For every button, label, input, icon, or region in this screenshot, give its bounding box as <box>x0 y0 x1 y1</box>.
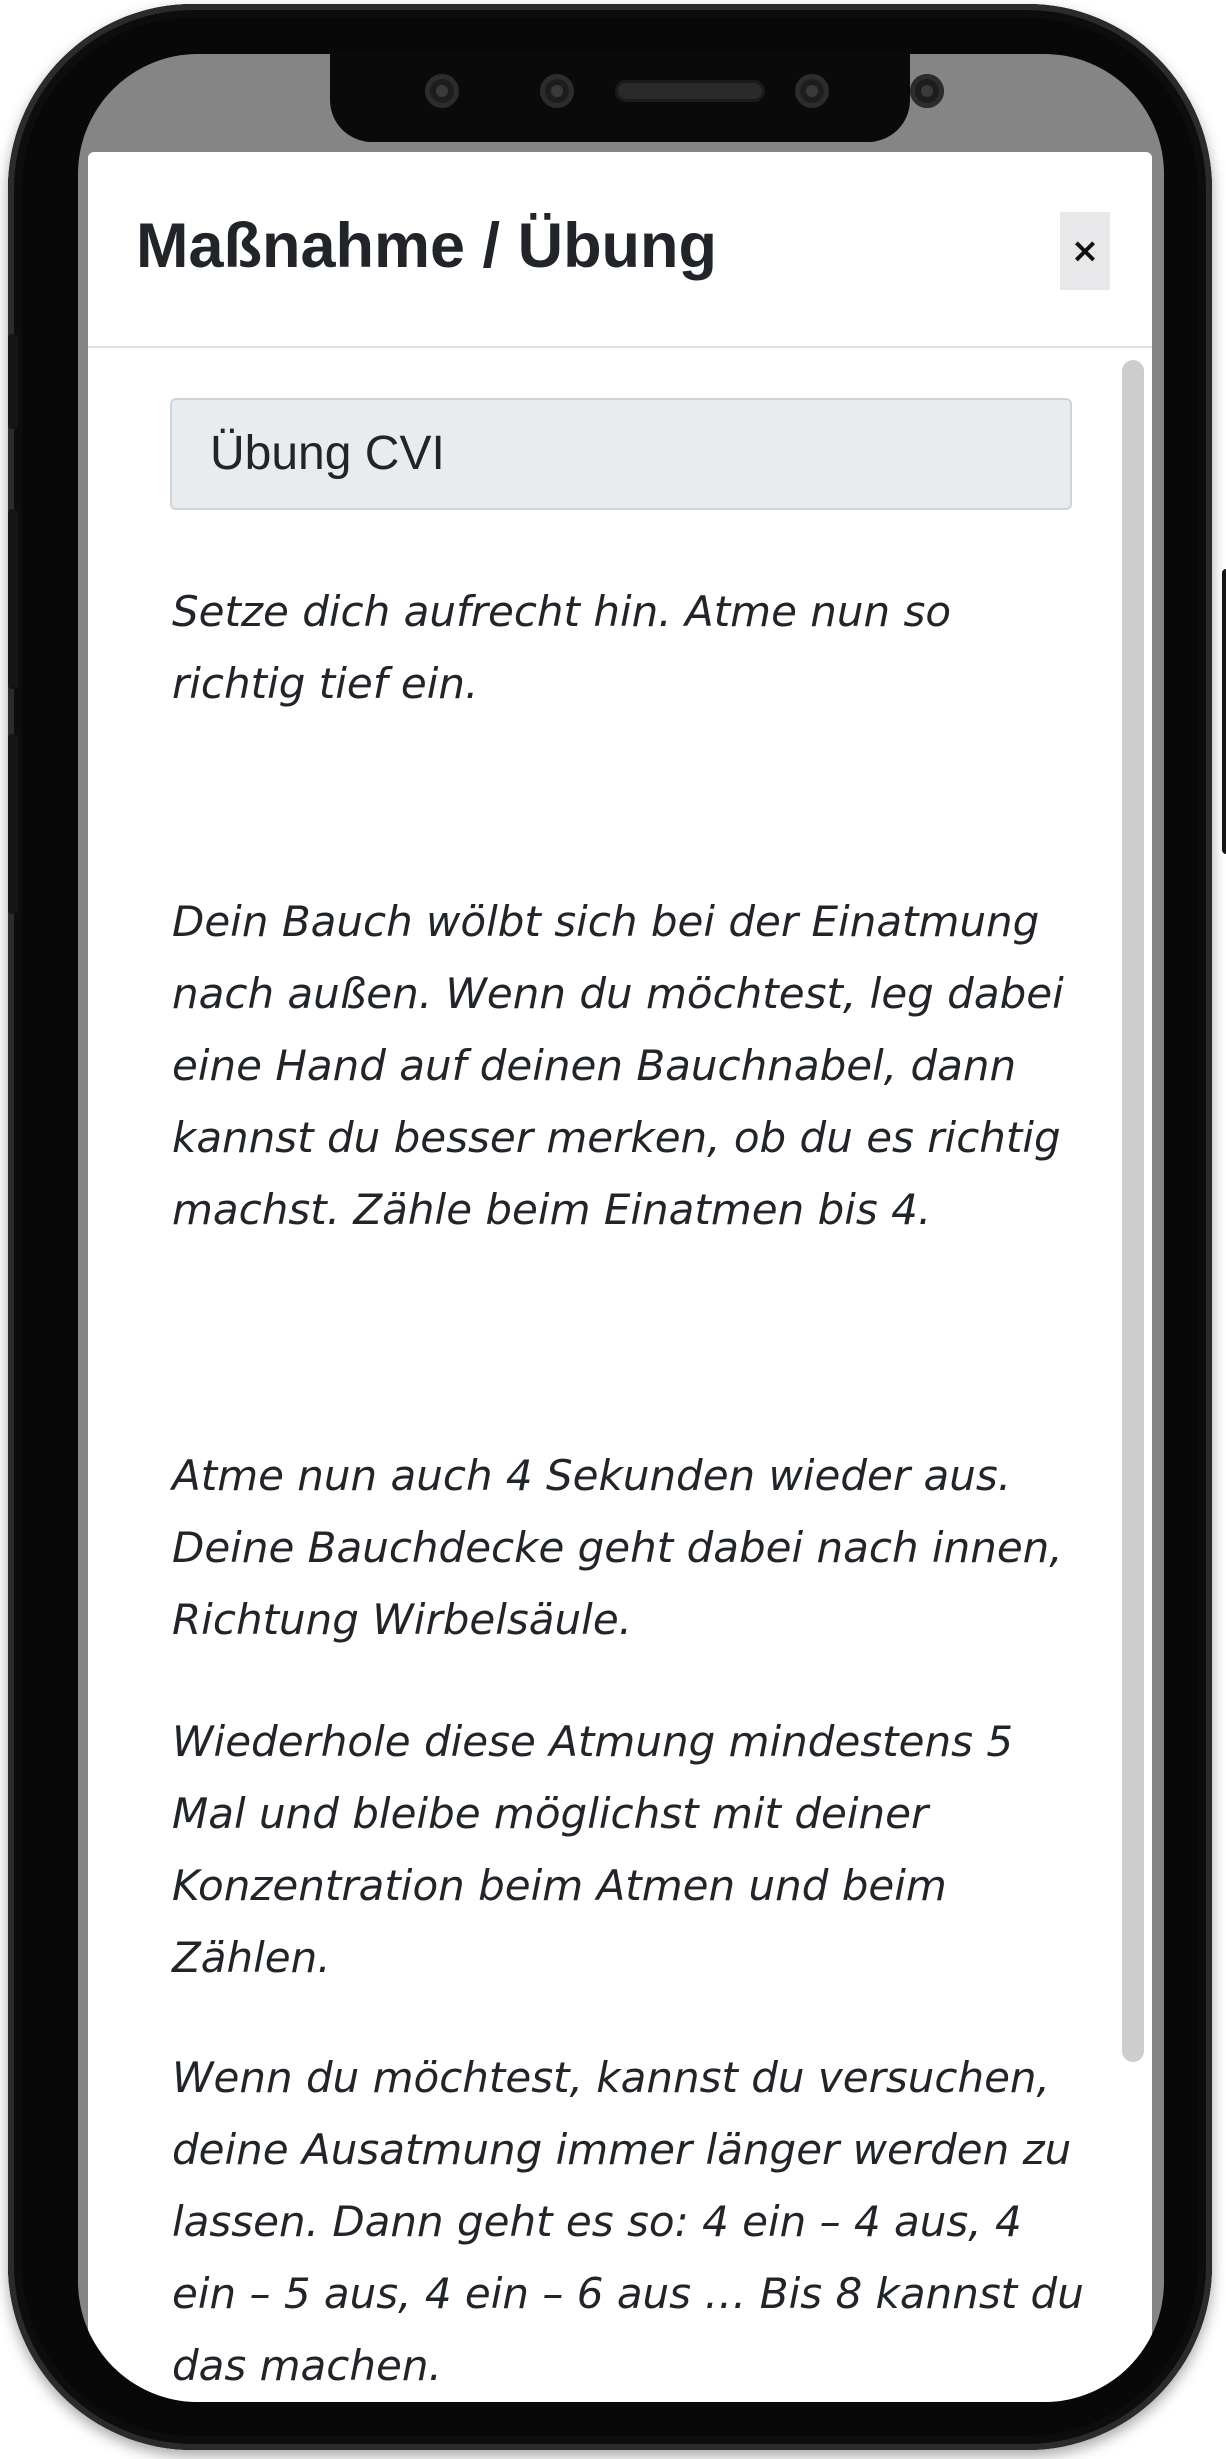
close-icon: × <box>1070 231 1100 271</box>
modal-header: Maßnahme / Übung × <box>88 152 1152 348</box>
instruction-paragraph: Wiederhole diese Atmung mindestens 5 Mal… <box>172 1717 1014 1982</box>
exercise-name-field: Übung CVI <box>170 398 1072 510</box>
earpiece-speaker <box>615 80 765 102</box>
instruction-paragraph: Atme nun auch 4 Sekunden wieder aus. Dei… <box>172 1451 1063 1644</box>
phone-frame: Maßnahme / Übung × Übung CVI Setze dich … <box>8 4 1226 2450</box>
camera-icon <box>795 74 829 108</box>
sensor-icon <box>910 74 944 108</box>
phone-screen: Maßnahme / Übung × Übung CVI Setze dich … <box>78 54 1164 2402</box>
modal-body[interactable]: Übung CVI Setze dich aufrecht hin. Atme … <box>88 348 1152 2402</box>
instruction-paragraph: Setze dich aufrecht hin. Atme nun so ric… <box>172 587 952 708</box>
scrollbar-thumb[interactable] <box>1122 360 1144 2062</box>
sensor-icon <box>425 74 459 108</box>
volume-down-button <box>8 734 18 914</box>
instruction-paragraph: Wenn du möchtest, kannst du versuchen, d… <box>172 2053 1084 2390</box>
close-button[interactable]: × <box>1060 212 1110 290</box>
modal-title: Maßnahme / Übung <box>136 211 717 281</box>
power-button <box>1222 569 1226 854</box>
mute-switch <box>8 334 18 429</box>
volume-up-button <box>8 509 18 689</box>
phone-notch <box>330 54 944 142</box>
exercise-modal: Maßnahme / Übung × Übung CVI Setze dich … <box>88 152 1152 2402</box>
sensor-icon <box>540 74 574 108</box>
instruction-paragraph: Dein Bauch wölbt sich bei der Einatmung … <box>172 897 1064 1234</box>
